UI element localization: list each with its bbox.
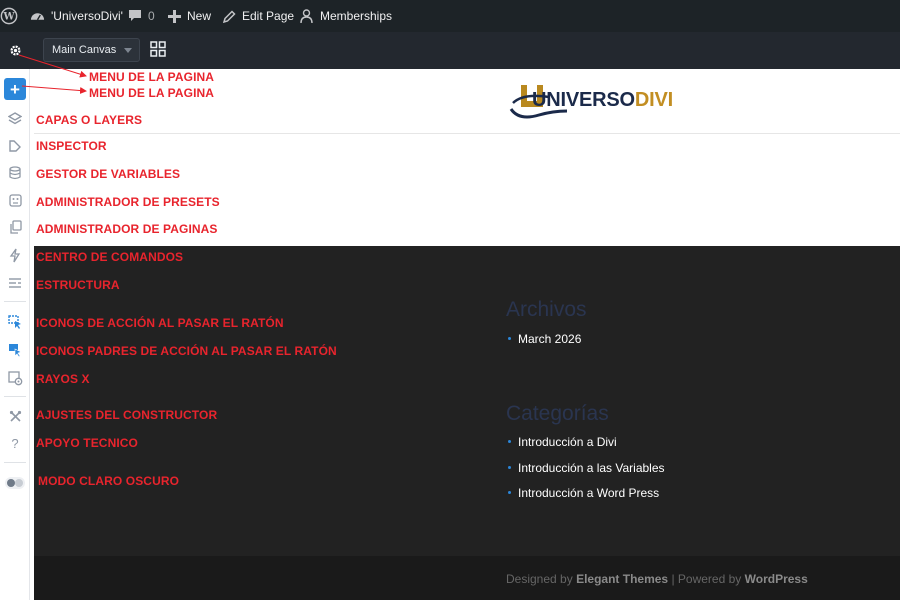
add-element-button[interactable]: + — [4, 78, 26, 100]
xray-icon — [7, 370, 22, 385]
logo-text-divi: DIVI — [634, 89, 673, 111]
annotation-xray: RAYOS X — [36, 372, 90, 386]
sidebar-divider — [4, 462, 26, 463]
bolt-icon — [9, 248, 21, 262]
dark-mode-toggle[interactable] — [5, 477, 25, 489]
category-link[interactable]: Introducción a Divi — [508, 435, 665, 461]
admin-bar: W 'UniversoDivi' 0 New Edit Page Members… — [0, 0, 900, 32]
archive-link[interactable]: March 2026 — [508, 332, 581, 358]
comments-count: 0 — [148, 9, 155, 23]
inspector-button[interactable] — [5, 136, 25, 156]
powered-by-text: Powered by — [677, 572, 742, 586]
hover-parent-icons-button[interactable] — [5, 340, 25, 360]
annotation-pages: ADMINISTRADOR DE PAGINAS — [36, 222, 218, 236]
plus-icon — [168, 9, 181, 23]
inspector-icon — [9, 140, 21, 152]
builder-settings-button[interactable] — [5, 406, 25, 426]
svg-text:W: W — [2, 12, 15, 23]
plus-icon: + — [10, 79, 20, 99]
mode-toggle-knob — [15, 479, 23, 487]
xray-button[interactable] — [5, 368, 25, 388]
categories-title: Categorías — [506, 402, 609, 425]
category-link[interactable]: Introducción a las Variables — [508, 461, 665, 487]
new-label: New — [187, 9, 212, 23]
presets-button[interactable] — [5, 190, 25, 210]
edit-page-link[interactable]: Edit Page — [223, 0, 294, 32]
annotation-structure: ESTRUCTURA — [36, 278, 120, 292]
canvas-grid-button[interactable] — [150, 41, 168, 59]
page-menu-button[interactable] — [0, 32, 30, 69]
annotation-commands: CENTRO DE COMANDOS — [36, 250, 184, 264]
category-link[interactable]: Introducción a Word Press — [508, 486, 665, 512]
gear-icon — [9, 45, 21, 56]
memberships-icon — [300, 8, 313, 23]
dashboard-icon — [30, 13, 45, 21]
hover-icon — [7, 314, 21, 329]
annotation-variables: GESTOR DE VARIABLES — [36, 167, 181, 181]
sidebar-divider — [4, 396, 26, 397]
archives-title: Archivos — [506, 298, 587, 321]
footer-credits: Designed by Elegant Themes | Powered by … — [506, 572, 808, 586]
pencil-icon — [223, 9, 236, 23]
annotation-hover-parent: ICONOS PADRES DE ACCIÓN AL PASAR EL RATÓ… — [36, 344, 337, 358]
help-icon: ? — [11, 435, 19, 451]
archives-list: March 2026 — [508, 332, 581, 358]
edit-page-label: Edit Page — [242, 9, 295, 23]
grid-icon — [150, 41, 166, 57]
support-button[interactable]: ? — [5, 433, 25, 453]
elegant-themes-link[interactable]: Elegant Themes — [576, 572, 668, 586]
builder-toolbar: Main Canvas — [0, 32, 900, 69]
mode-toggle-icon — [7, 479, 15, 487]
annotation-mode: MODO CLARO OSCURO — [38, 474, 180, 488]
comment-icon — [129, 10, 141, 21]
builder-sidebar: + ? — [0, 69, 30, 600]
annotation-settings: AJUSTES DEL CONSTRUCTOR — [36, 408, 218, 422]
hover-parent-icon — [8, 343, 22, 357]
wordpress-link[interactable]: WordPress — [745, 572, 808, 586]
sidebar-widgets-section: Archivos March 2026 Categorías Introducc… — [34, 246, 900, 556]
memberships-link[interactable]: Memberships — [299, 0, 392, 32]
site-name-link[interactable]: 'UniversoDivi' — [30, 0, 123, 32]
site-footer: Designed by Elegant Themes | Powered by … — [34, 556, 900, 600]
wordpress-icon: W — [0, 7, 18, 25]
annotation-presets: ADMINISTRADOR DE PRESETS — [36, 195, 220, 209]
annotation-menu-1: MENU DE LA PAGINA — [89, 70, 215, 84]
annotation-inspector: INSPECTOR — [36, 139, 107, 153]
canvas-select-value: Main Canvas — [52, 44, 117, 56]
pages-icon — [9, 220, 22, 234]
annotation-menu-2: MENU DE LA PAGINA — [89, 86, 215, 100]
memberships-label: Memberships — [320, 9, 393, 23]
variables-icon — [9, 166, 21, 180]
comments-link[interactable]: 0 — [128, 0, 155, 32]
structure-icon — [9, 278, 21, 288]
wordpress-logo-button[interactable]: W — [0, 0, 18, 32]
site-logo[interactable]: UNIVERSODIVI — [509, 81, 673, 121]
logo-text: UNIVERSODIVI — [532, 89, 673, 112]
logo-text-universo: UNIVERSO — [532, 89, 635, 111]
annotation-support: APOYO TECNICO — [36, 436, 138, 450]
site-name: 'UniversoDivi' — [51, 9, 123, 23]
separator: | — [671, 572, 675, 586]
chevron-down-icon — [124, 48, 132, 53]
designed-by-text: Designed by — [506, 572, 573, 586]
variables-button[interactable] — [5, 163, 25, 183]
categories-list: Introducción a Divi Introducción a las V… — [508, 435, 665, 512]
structure-button[interactable] — [5, 273, 25, 293]
tools-icon — [9, 410, 21, 422]
presets-icon — [8, 193, 22, 207]
new-content-link[interactable]: New — [168, 0, 211, 32]
annotation-hover: ICONOS DE ACCIÓN AL PASAR EL RATÓN — [36, 316, 284, 330]
command-center-button[interactable] — [5, 245, 25, 265]
sidebar-divider — [4, 301, 26, 302]
layers-button[interactable] — [5, 109, 25, 129]
pages-button[interactable] — [5, 217, 25, 237]
hover-icons-button[interactable] — [5, 312, 25, 332]
canvas-select[interactable]: Main Canvas — [43, 38, 140, 62]
layers-icon — [8, 112, 22, 125]
annotation-layers: CAPAS O LAYERS — [36, 113, 143, 127]
